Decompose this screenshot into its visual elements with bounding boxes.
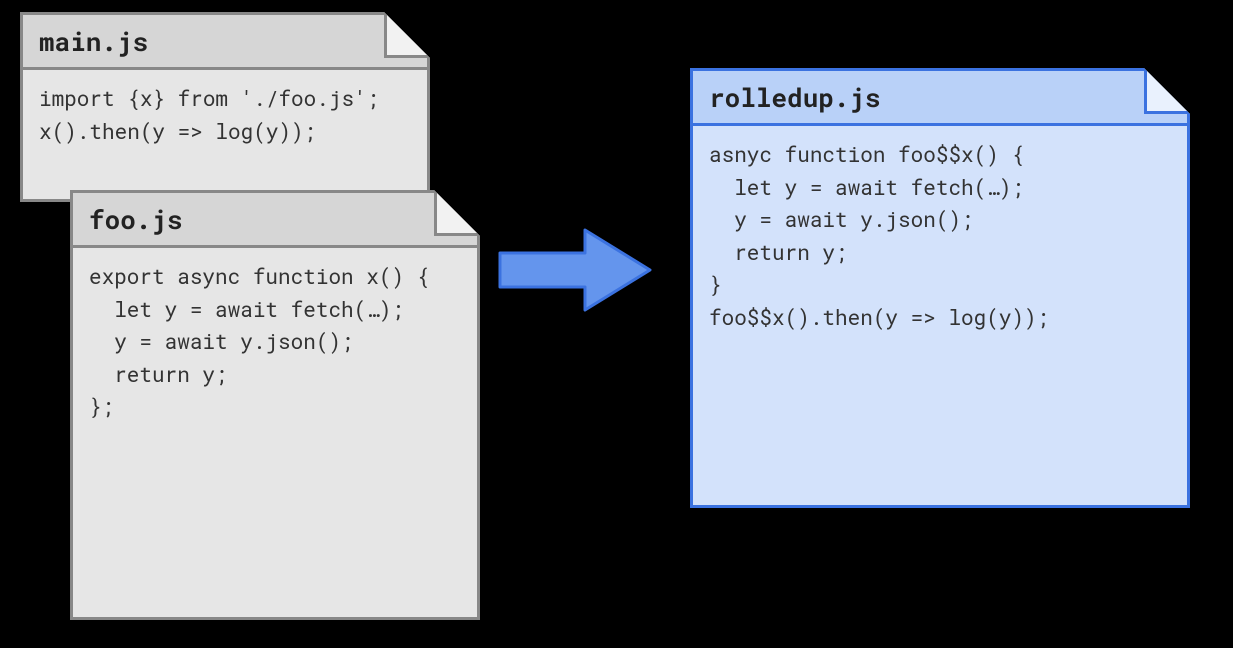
file-code: import {x} from './foo.js'; x().then(y =… — [23, 70, 427, 159]
file-main-js: main.js import {x} from './foo.js'; x().… — [20, 12, 430, 202]
dog-ear-icon — [384, 12, 430, 58]
file-foo-js: foo.js export async function x() { let y… — [70, 190, 480, 620]
file-rolledup-js: rolledup.js asnyc function foo$$x() { le… — [690, 68, 1190, 508]
diagram-stage: main.js import {x} from './foo.js'; x().… — [0, 0, 1233, 648]
dog-ear-icon — [1144, 68, 1190, 114]
file-title: foo.js — [73, 193, 477, 248]
dog-ear-icon — [434, 190, 480, 236]
file-title: main.js — [23, 15, 427, 70]
arrow-right-icon — [490, 220, 660, 320]
file-title: rolledup.js — [693, 71, 1187, 126]
file-code: asnyc function foo$$x() { let y = await … — [693, 126, 1187, 345]
file-code: export async function x() { let y = awai… — [73, 248, 477, 435]
